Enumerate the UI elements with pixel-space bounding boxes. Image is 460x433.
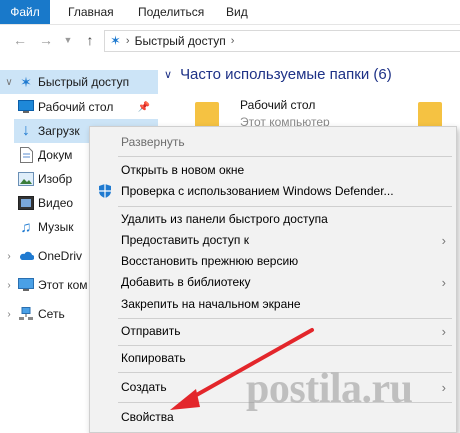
menu-item-label: Свойства <box>121 410 174 424</box>
chevron-right-icon[interactable]: › <box>4 280 14 291</box>
pictures-icon <box>18 171 34 187</box>
pin-icon: 📌 <box>137 101 150 113</box>
menu-item-label: Развернуть <box>121 135 185 149</box>
chevron-right-icon: › <box>441 323 446 339</box>
menu-item-expand: Развернуть <box>90 131 456 153</box>
menu-item-defender-scan[interactable]: Проверка с использованием Windows Defend… <box>90 180 456 202</box>
card-title[interactable]: Рабочий стол <box>240 98 315 112</box>
chevron-down-icon[interactable]: ∨ <box>4 77 14 88</box>
menu-separator <box>118 156 452 157</box>
menu-item-open-new-window[interactable]: Открыть в новом окне <box>90 159 456 181</box>
breadcrumb-separator-icon: › <box>230 35 235 47</box>
section-title: Часто используемые папки (6) <box>180 66 392 83</box>
menu-item-restore-previous[interactable]: Восстановить прежнюю версию <box>90 250 456 272</box>
chevron-right-icon: › <box>441 232 446 248</box>
nav-item-desktop[interactable]: Рабочий стол 📌 <box>14 95 172 119</box>
nav-label: Музык <box>38 220 74 234</box>
menu-item-label: Удалить из панели быстрого доступа <box>121 212 328 226</box>
tab-view[interactable]: Вид <box>226 0 248 24</box>
quick-access-star-icon: ✶ <box>110 33 121 48</box>
desktop-icon <box>18 99 34 115</box>
tab-share[interactable]: Поделиться <box>138 0 204 24</box>
download-icon: ↓ <box>22 122 30 139</box>
nav-quick-access[interactable]: ∨ ✶ Быстрый доступ <box>0 70 158 94</box>
defender-shield-icon <box>97 183 113 199</box>
chevron-right-icon[interactable]: › <box>4 309 14 320</box>
nav-onedrive[interactable]: › OneDriv <box>0 244 82 268</box>
menu-item-label: Отправить <box>121 324 181 338</box>
menu-item-label: Восстановить прежнюю версию <box>121 254 299 268</box>
video-icon <box>18 195 34 211</box>
forward-arrow-icon[interactable]: → <box>38 31 54 49</box>
onedrive-cloud-icon <box>18 248 34 264</box>
menu-item-label: Копировать <box>121 351 186 365</box>
menu-separator <box>118 318 452 319</box>
address-row: ← → ▼ ↑ ✶ › Быстрый доступ › <box>0 25 460 57</box>
tab-home[interactable]: Главная <box>68 0 114 24</box>
menu-item-label: Открыть в новом окне <box>121 163 245 177</box>
nav-label: Сеть <box>38 307 65 321</box>
menu-item-give-access[interactable]: Предоставить доступ к › <box>90 229 456 251</box>
menu-item-add-to-library[interactable]: Добавить в библиотеку › <box>90 271 456 293</box>
watermark: postila.ru <box>246 366 413 412</box>
nav-label: Этот ком <box>38 278 88 292</box>
up-arrow-icon[interactable]: ↑ <box>82 31 98 49</box>
chevron-right-icon: › <box>441 274 446 290</box>
nav-label: OneDriv <box>38 249 83 263</box>
nav-label: Изобр <box>38 172 73 186</box>
nav-network[interactable]: › Сеть <box>0 302 65 326</box>
menu-item-label: Добавить в библиотеку <box>121 275 251 289</box>
quick-access-star-icon: ✶ <box>20 73 32 90</box>
nav-label: Загрузк <box>38 124 80 138</box>
section-header[interactable]: ∨ Часто используемые папки (6) <box>164 66 392 83</box>
network-icon <box>18 306 34 322</box>
breadcrumb-item[interactable]: Быстрый доступ <box>135 34 226 48</box>
menu-separator <box>118 206 452 207</box>
back-arrow-icon[interactable]: ← <box>12 31 28 49</box>
nav-label: Докум <box>38 148 73 162</box>
menu-item-label: Предоставить доступ к <box>121 233 249 247</box>
nav-label: Видео <box>38 196 74 210</box>
chevron-right-icon[interactable]: › <box>4 251 14 262</box>
recent-dropdown-icon[interactable]: ▼ <box>60 31 76 49</box>
chevron-right-icon: › <box>441 379 446 395</box>
menu-item-label: Проверка с использованием Windows Defend… <box>121 184 394 198</box>
menu-item-label: Закрепить на начальном экране <box>121 297 301 311</box>
menu-item-pin-start[interactable]: Закрепить на начальном экране <box>90 293 456 315</box>
nav-this-pc[interactable]: › Этот ком <box>0 273 88 297</box>
menu-separator <box>118 345 452 346</box>
menu-item-send-to[interactable]: Отправить › <box>90 320 456 342</box>
chevron-down-icon[interactable]: ∨ <box>164 68 172 81</box>
nav-label: Быстрый доступ <box>38 75 130 89</box>
ribbon: Файл Главная Поделиться Вид <box>0 0 460 25</box>
music-icon: ♫ <box>20 218 32 236</box>
menu-item-unpin-quick-access[interactable]: Удалить из панели быстрого доступа <box>90 208 456 230</box>
address-bar[interactable]: ✶ › Быстрый доступ › <box>104 30 460 52</box>
nav-item-music[interactable]: ♫ Музык <box>14 215 74 239</box>
menu-item-label: Создать <box>121 380 167 394</box>
breadcrumb-separator-icon: › <box>125 35 130 47</box>
nav-item-documents[interactable]: Докум <box>14 143 72 167</box>
nav-label: Рабочий стол <box>38 100 114 114</box>
nav-item-videos[interactable]: Видео <box>14 191 73 215</box>
computer-icon <box>18 277 34 293</box>
tab-file[interactable]: Файл <box>0 0 50 24</box>
nav-item-pictures[interactable]: Изобр <box>14 167 72 191</box>
document-icon <box>18 147 34 163</box>
